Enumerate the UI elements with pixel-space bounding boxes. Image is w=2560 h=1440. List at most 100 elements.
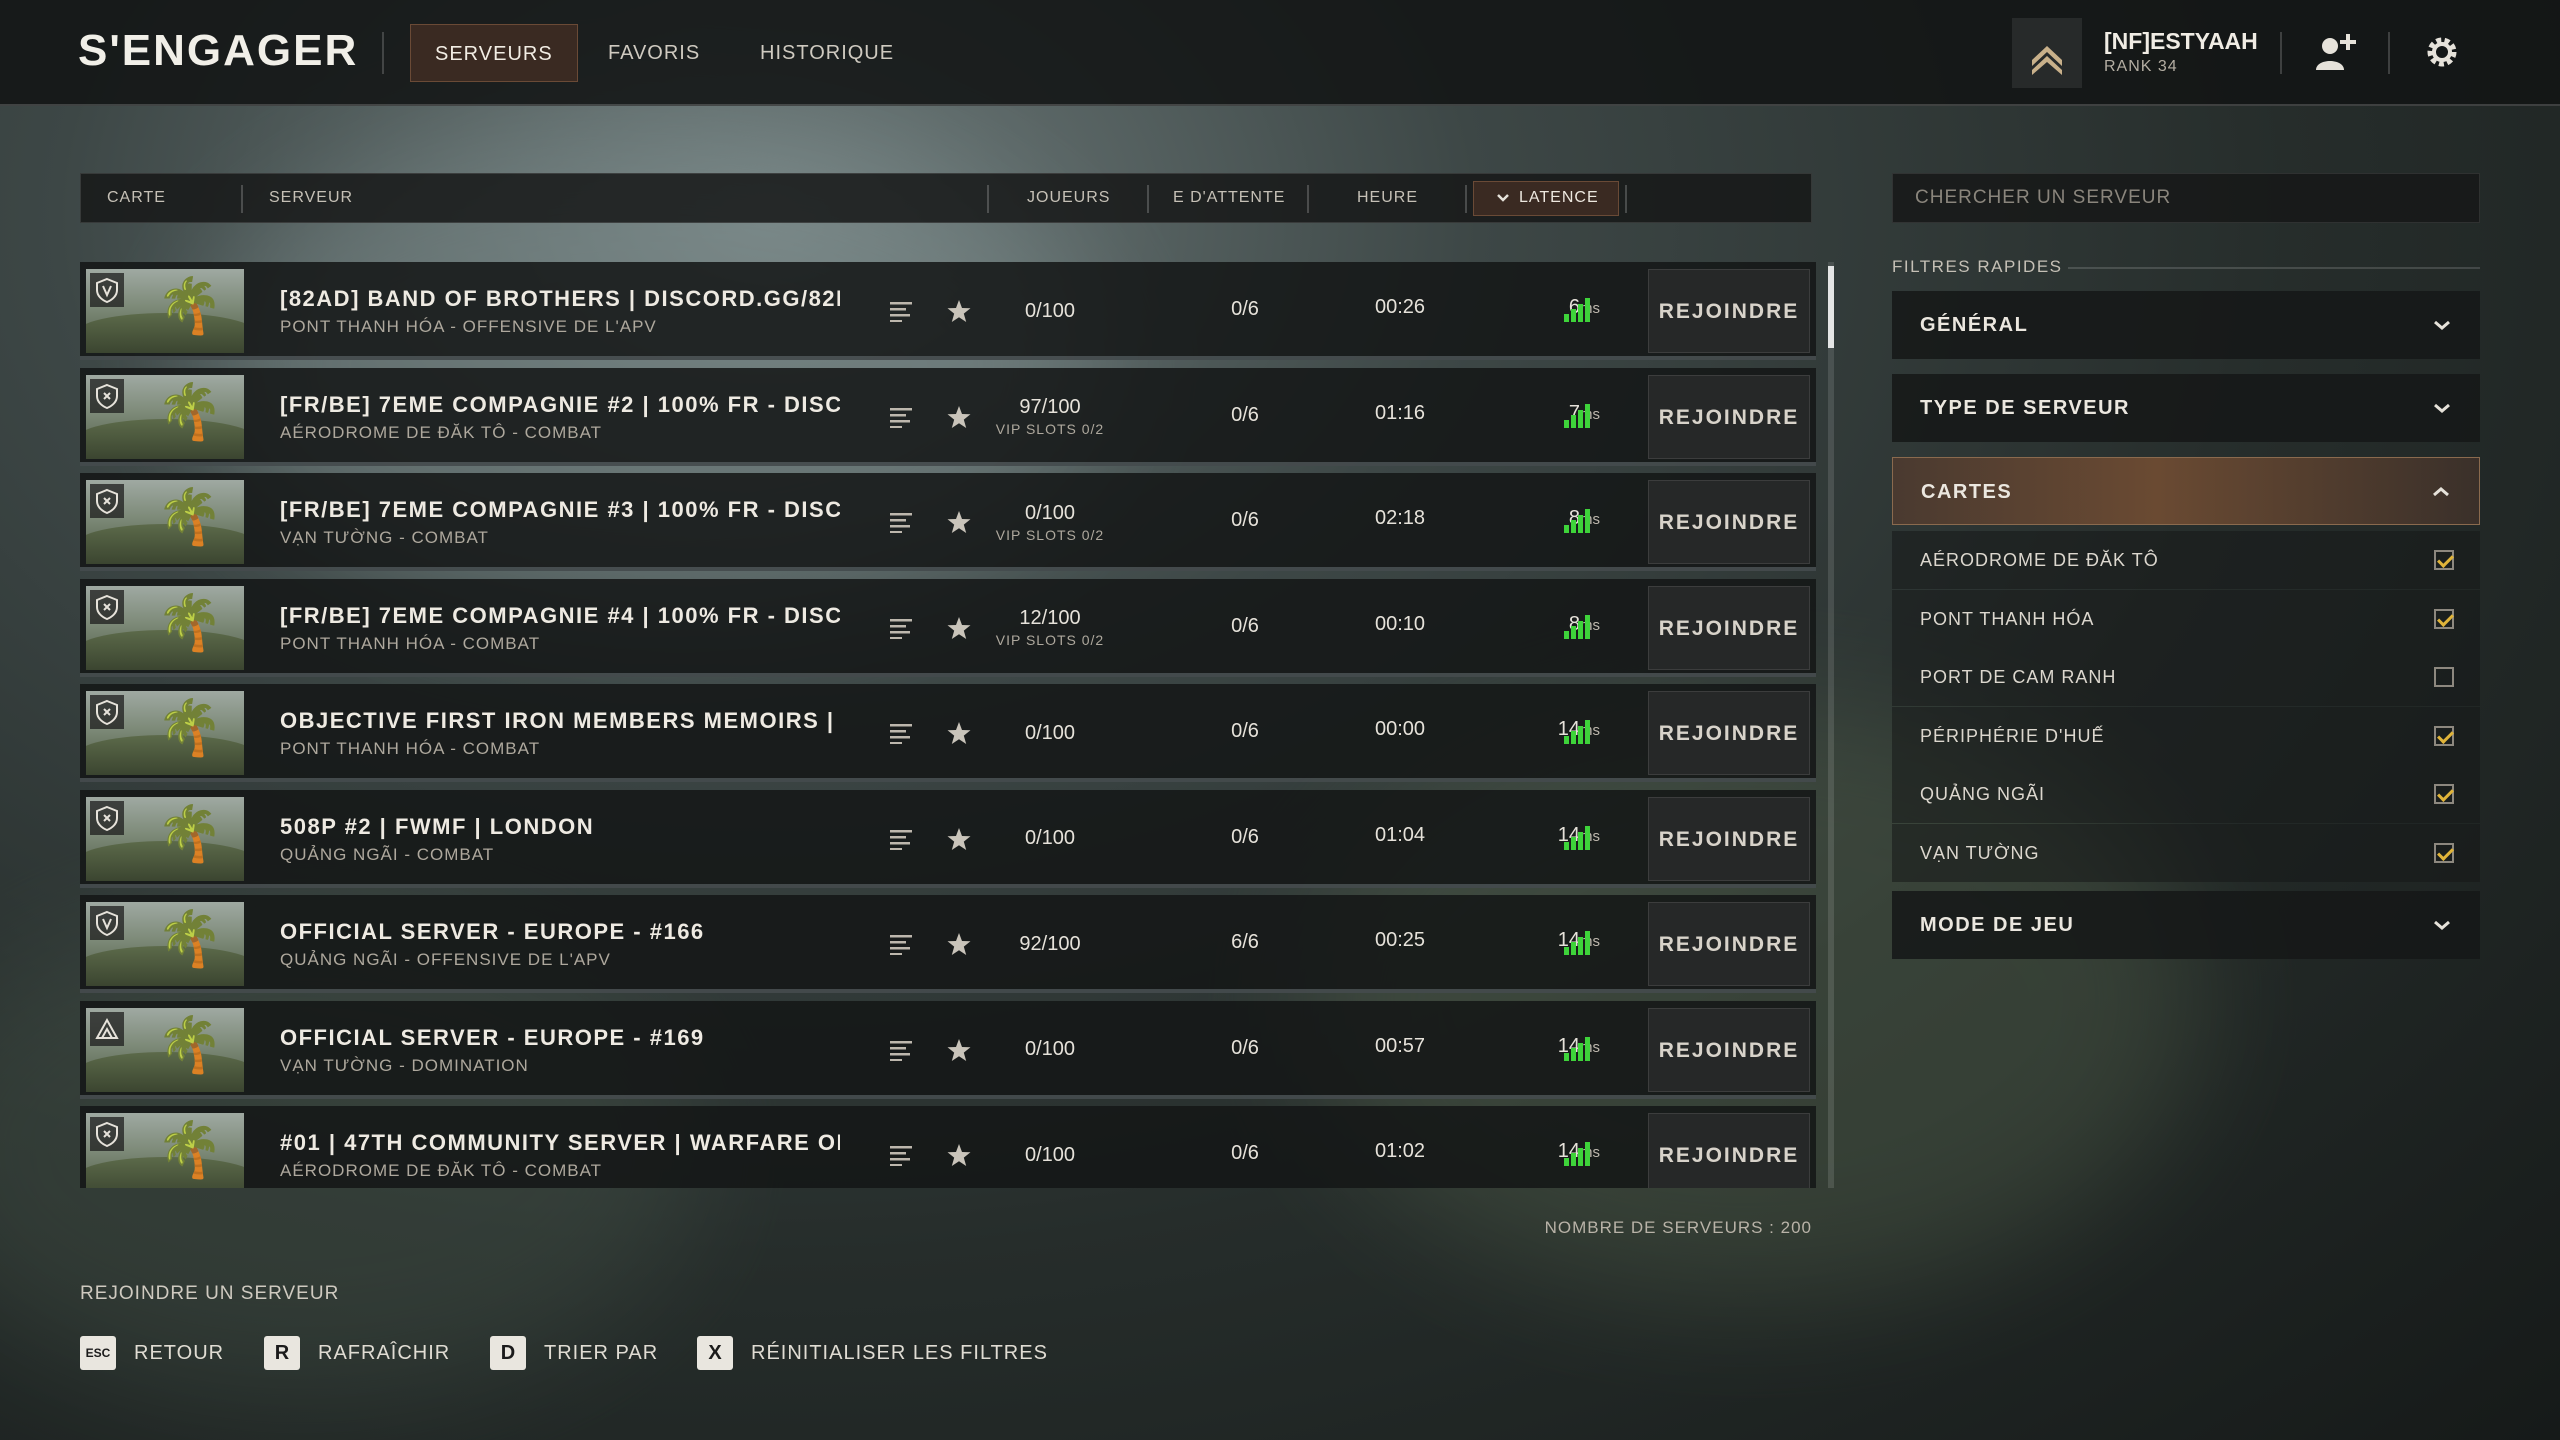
filter-server-type[interactable]: TYPE DE SERVEUR [1892,374,2480,442]
divider [1147,185,1149,213]
server-map-mode: AÉRODROME DE ĐĂK TÔ - COMBAT [280,1161,603,1180]
server-row[interactable]: 🌴 OFFICIAL SERVER - EUROPE - #169 VẠN TƯ… [80,1000,1816,1099]
details-icon[interactable] [886,1035,916,1065]
search-box[interactable] [1892,173,2480,223]
map-filter-item[interactable]: PÉRIPHÉRIE D'HUẾ [1892,706,2480,765]
player-count: 0/100 [1024,1038,1076,1060]
server-map-mode: VẠN TƯỜNG - DOMINATION [280,1055,529,1075]
map-filter-checkbox[interactable] [2434,843,2454,863]
map-filter-item[interactable]: AÉRODROME DE ĐĂK TÔ [1892,531,2480,589]
back-button[interactable]: ESC RETOUR [80,1336,224,1370]
add-friend-icon[interactable] [2304,22,2364,82]
join-server-button[interactable]: REJOINDRE [1648,796,1810,881]
map-thumbnail: 🌴 [86,585,244,670]
join-server-button[interactable]: REJOINDRE [1648,1113,1810,1188]
column-time[interactable]: HEURE [1357,174,1418,222]
filter-maps[interactable]: CARTES [1892,457,2480,525]
palm-tree-icon: 🌴 [156,803,224,864]
server-row[interactable]: 🌴 OBJECTIVE FIRST IRON MEMBERS MEMOIRS |… [80,684,1816,782]
column-players[interactable]: JOUEURS [1027,174,1110,222]
map-filter-label: PORT DE CAM RANH [1920,667,2117,688]
server-name: [FR/BE] 7EME COMPAGNIE #2 | 100% FR - DI… [280,391,840,417]
combat-icon [90,695,124,729]
details-icon[interactable] [886,507,916,537]
map-thumbnail: 🌴 [86,1113,244,1188]
tab-favorites[interactable]: FAVORIS [584,24,724,82]
server-row[interactable]: 🌴 [FR/BE] 7EME COMPAGNIE #3 | 100% FR - … [80,473,1816,571]
details-icon[interactable] [886,929,916,959]
map-thumbnail: 🌴 [86,902,244,986]
join-server-button[interactable]: REJOINDRE [1648,374,1810,459]
join-server-button[interactable]: REJOINDRE [1648,902,1810,986]
map-filter-item[interactable]: QUẢNG NGÃI [1892,765,2480,824]
server-name: [82AD] BAND OF BROTHERS | DISCORD.GG/82N… [280,286,840,311]
column-map[interactable]: CARTE [107,174,166,222]
server-row[interactable]: 🌴 [FR/BE] 7EME COMPAGNIE #4 | 100% FR - … [80,578,1816,677]
player-rank: RANK 34 [2104,58,2178,75]
signal-bars-icon [1564,298,1592,322]
details-icon[interactable] [886,824,916,854]
server-name: OBJECTIVE FIRST IRON MEMBERS MEMOIRS | S… [280,708,840,733]
column-server[interactable]: SERVEUR [269,174,353,222]
scrollbar-track[interactable] [1828,262,1834,1188]
tab-servers[interactable]: SERVEURS [410,24,578,82]
join-server-button[interactable]: REJOINDRE [1648,1007,1810,1092]
key-esc: ESC [80,1336,116,1370]
join-server-button[interactable]: REJOINDRE [1648,269,1810,353]
reset-filters-button[interactable]: X RÉINITIALISER LES FILTRES [697,1336,1048,1370]
server-row[interactable]: 🌴 OFFICIAL SERVER - EUROPE - #166 QUẢNG … [80,895,1816,993]
vip-slots: VIP SLOTS 0/2 [995,526,1105,543]
server-map-mode: QUẢNG NGÃI - OFFENSIVE DE L'APV [280,950,611,969]
map-filter-checkbox[interactable] [2434,608,2454,629]
join-server-button[interactable]: REJOINDRE [1648,691,1810,775]
match-time: 00:26 [1374,296,1426,318]
combat-icon [90,378,124,413]
scrollbar-thumb[interactable] [1828,266,1834,348]
details-icon[interactable] [886,402,916,432]
map-filter-label: AÉRODROME DE ĐĂK TÔ [1920,550,2159,570]
join-server-button[interactable]: REJOINDRE [1648,585,1810,670]
palm-tree-icon: 🌴 [156,1120,224,1180]
server-row[interactable]: 🌴 #01 | 47TH COMMUNITY SERVER | WARFARE … [80,1106,1816,1188]
key-d: D [490,1336,526,1370]
details-icon[interactable] [886,718,916,748]
player-count: 12/100 [1019,607,1081,629]
search-input[interactable] [1893,174,2479,222]
map-filter-item[interactable]: PONT THANH HÓA [1892,589,2480,648]
refresh-button[interactable]: R RAFRAÎCHIR [264,1336,450,1370]
vip-slots: VIP SLOTS 0/2 [995,421,1105,437]
map-thumbnail: 🌴 [86,374,244,459]
sort-button[interactable]: D TRIER PAR [490,1336,658,1370]
join-server-button[interactable]: REJOINDRE [1648,480,1810,564]
filter-maps-label: CARTES [1921,481,2013,503]
player-count: 0/100 [1024,299,1076,322]
chevron-down-icon [2434,920,2450,930]
map-filter-item[interactable]: VẠN TƯỜNG [1892,824,2480,882]
player-count: 97/100 [1019,396,1081,418]
filter-general-label: GÉNÉRAL [1920,314,2029,336]
map-filter-checkbox[interactable] [2434,725,2454,746]
map-filter-checkbox[interactable] [2434,550,2454,570]
map-filter-item[interactable]: PORT DE CAM RANH [1892,648,2480,707]
details-icon[interactable] [886,613,916,643]
gear-icon[interactable] [2412,22,2472,82]
column-queue[interactable]: E D'ATTENTE [1173,174,1285,222]
server-row[interactable]: 🌴 [FR/BE] 7EME COMPAGNIE #2 | 100% FR - … [80,367,1816,466]
filter-game-mode[interactable]: MODE DE JEU [1892,891,2480,959]
server-list[interactable]: 🌴 [82AD] BAND OF BROTHERS | DISCORD.GG/8… [80,262,1816,1188]
map-filter-checkbox[interactable] [2434,784,2454,805]
divider [2280,32,2282,74]
server-row[interactable]: 🌴 508P #2 | FWMF | LONDON QUẢNG NGÃI - C… [80,789,1816,888]
player-count-cell: 0/100 [960,790,1140,888]
map-filter-checkbox[interactable] [2434,667,2454,688]
filter-general[interactable]: GÉNÉRAL [1892,291,2480,359]
player-count: 0/100 [1024,501,1076,524]
column-latency[interactable]: LATENCE [1519,174,1599,222]
details-icon[interactable] [886,1140,916,1170]
combat-icon [90,589,124,624]
server-row[interactable]: 🌴 [82AD] BAND OF BROTHERS | DISCORD.GG/8… [80,262,1816,360]
details-icon[interactable] [886,296,916,326]
back-label: RETOUR [134,1341,225,1364]
tab-history[interactable]: HISTORIQUE [736,24,918,82]
palm-tree-icon: 🌴 [156,909,224,969]
